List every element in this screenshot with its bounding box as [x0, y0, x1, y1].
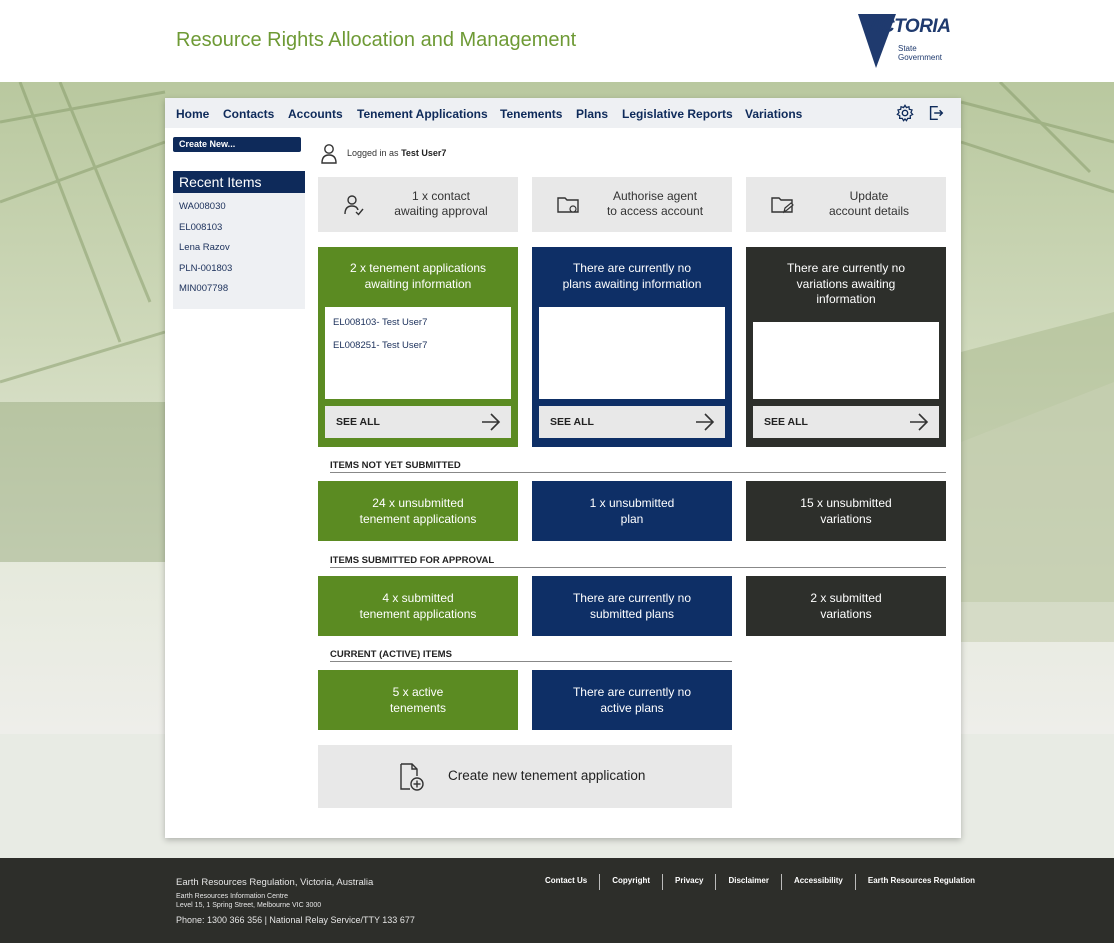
- folder-key-icon: [557, 197, 579, 213]
- create-tenement-application-button[interactable]: Create new tenement application: [318, 745, 732, 808]
- quick-action-update-account[interactable]: Update account details: [746, 177, 946, 232]
- tile-title: There are currently no variations awaitin…: [786, 261, 906, 306]
- logout-icon[interactable]: [927, 104, 945, 122]
- logo-wordmark: VICTORIA: [864, 16, 951, 37]
- create-application-label: Create new tenement application: [448, 768, 646, 783]
- footer-links: Contact Us Copyright Privacy Disclaimer …: [533, 874, 987, 890]
- footer-link-earth-resources[interactable]: Earth Resources Regulation: [856, 874, 987, 890]
- recent-item[interactable]: PLN-001803: [173, 259, 305, 280]
- site-footer: Earth Resources Regulation, Victoria, Au…: [0, 858, 1114, 943]
- nav-accounts[interactable]: Accounts: [288, 107, 343, 121]
- create-new-button[interactable]: Create New...: [173, 137, 301, 152]
- awaiting-plans-tile: There are currently no plans awaiting inf…: [532, 247, 732, 447]
- quick-action-authorise-agent[interactable]: Authorise agent to access account: [532, 177, 732, 232]
- see-all-button[interactable]: SEE ALL: [753, 406, 939, 438]
- footer-link-copyright[interactable]: Copyright: [600, 874, 664, 890]
- nav-tenements[interactable]: Tenements: [500, 107, 562, 121]
- nav-tenement-applications[interactable]: Tenement Applications: [357, 107, 488, 121]
- section-heading-submitted: ITEMS SUBMITTED FOR APPROVAL: [330, 554, 946, 568]
- recent-items-panel: Recent Items WA008030 EL008103 Lena Razo…: [173, 171, 305, 309]
- unsubmitted-tenement-applications-tile[interactable]: 24 x unsubmitted tenement applications: [318, 481, 518, 541]
- footer-org: Earth Resources Regulation, Victoria, Au…: [176, 877, 374, 888]
- submitted-plans-tile[interactable]: There are currently no submitted plans: [532, 576, 732, 636]
- recent-items-title: Recent Items: [173, 171, 305, 193]
- footer-address: Earth Resources Information Centre Level…: [176, 893, 322, 909]
- active-tenements-tile[interactable]: 5 x active tenements: [318, 670, 518, 730]
- section-heading-active: CURRENT (ACTIVE) ITEMS: [330, 648, 732, 662]
- quick-action-label: Update account details: [828, 189, 910, 218]
- list-item[interactable]: EL008103- Test User7: [325, 311, 511, 334]
- nav-legislative-reports[interactable]: Legislative Reports: [622, 107, 733, 121]
- nav-plans[interactable]: Plans: [576, 107, 608, 121]
- recent-item[interactable]: MIN007798: [173, 279, 305, 300]
- footer-link-privacy[interactable]: Privacy: [663, 874, 717, 890]
- see-all-button[interactable]: SEE ALL: [325, 406, 511, 438]
- footer-link-disclaimer[interactable]: Disclaimer: [716, 874, 782, 890]
- logged-in-indicator: Logged in as Test User7: [320, 142, 580, 164]
- quick-action-label: Authorise agent to access account: [606, 189, 704, 218]
- nav-contacts[interactable]: Contacts: [223, 107, 274, 121]
- recent-item[interactable]: WA008030: [173, 197, 305, 218]
- user-icon: [321, 144, 337, 164]
- nav-home[interactable]: Home: [176, 107, 209, 121]
- app-title: Resource Rights Allocation and Managemen…: [176, 29, 577, 51]
- folder-edit-icon: [771, 197, 794, 214]
- recent-item[interactable]: EL008103: [173, 218, 305, 239]
- awaiting-list: [539, 307, 725, 399]
- submitted-variations-tile[interactable]: 2 x submitted variations: [746, 576, 946, 636]
- user-approval-icon: [344, 195, 364, 216]
- see-all-button[interactable]: SEE ALL: [539, 406, 725, 438]
- user-name: Test User7: [401, 148, 447, 158]
- footer-link-accessibility[interactable]: Accessibility: [782, 874, 856, 890]
- logged-in-text: Logged in as Test User7: [347, 148, 447, 158]
- list-item[interactable]: EL008251- Test User7: [325, 334, 511, 357]
- logo-subtitle: State Government: [898, 44, 943, 62]
- dashboard-card: Home Contacts Accounts Tenement Applicat…: [165, 98, 961, 838]
- awaiting-tenement-applications-tile: 2 x tenement applications awaiting inform…: [318, 247, 518, 447]
- unsubmitted-plan-tile[interactable]: 1 x unsubmitted plan: [532, 481, 732, 541]
- tile-title: 2 x tenement applications awaiting inform…: [349, 261, 487, 291]
- arrow-right-icon: [696, 413, 715, 431]
- quick-action-label: 1 x contact awaiting approval: [394, 189, 488, 218]
- footer-phone: Phone: 1300 366 356 | National Relay Ser…: [176, 915, 415, 925]
- new-document-icon: [400, 763, 424, 791]
- arrow-right-icon: [482, 413, 501, 431]
- active-plans-tile[interactable]: There are currently no active plans: [532, 670, 732, 730]
- unsubmitted-variations-tile[interactable]: 15 x unsubmitted variations: [746, 481, 946, 541]
- gear-icon[interactable]: [896, 104, 914, 122]
- awaiting-list: [753, 322, 939, 399]
- quick-action-contact-approval[interactable]: 1 x contact awaiting approval: [318, 177, 518, 232]
- footer-link-contact-us[interactable]: Contact Us: [533, 874, 601, 890]
- site-header: Resource Rights Allocation and Managemen…: [0, 0, 1114, 82]
- tile-title: There are currently no plans awaiting inf…: [562, 261, 702, 291]
- main-nav: Home Contacts Accounts Tenement Applicat…: [165, 98, 961, 128]
- recent-item[interactable]: Lena Razov: [173, 238, 305, 259]
- awaiting-list: EL008103- Test User7 EL008251- Test User…: [325, 307, 511, 399]
- nav-variations[interactable]: Variations: [745, 107, 802, 121]
- awaiting-variations-tile: There are currently no variations awaitin…: [746, 247, 946, 447]
- arrow-right-icon: [910, 413, 929, 431]
- submitted-tenement-applications-tile[interactable]: 4 x submitted tenement applications: [318, 576, 518, 636]
- section-heading-not-submitted: ITEMS NOT YET SUBMITTED: [330, 459, 946, 473]
